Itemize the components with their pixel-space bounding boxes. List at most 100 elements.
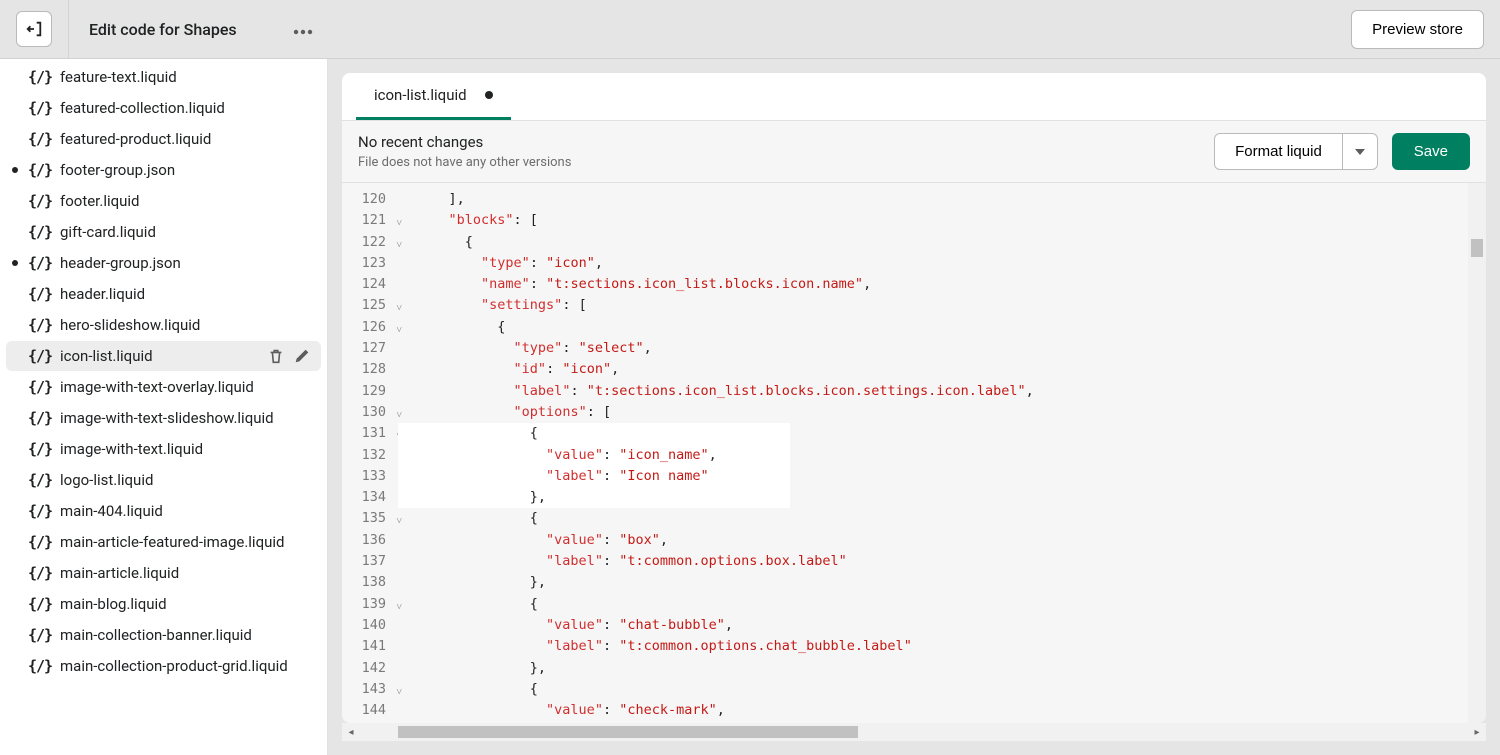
line-number: 132 (342, 445, 392, 466)
line-number: 138 (342, 572, 392, 593)
line-number: 129 (342, 381, 392, 402)
liquid-file-icon: {/} (28, 130, 50, 148)
file-name-label: main-blog.liquid (60, 595, 167, 613)
line-number: 131˅ (342, 423, 392, 444)
liquid-file-icon: {/} (28, 68, 50, 86)
code-line[interactable]: "blocks": [ (398, 210, 1468, 231)
line-number: 122˅ (342, 232, 392, 253)
code-line[interactable]: "label": "t:common.options.chat_bubble.l… (398, 636, 1468, 657)
code-line[interactable]: "type": "icon", (398, 253, 1468, 274)
file-item[interactable]: {/}header-group.json (6, 248, 321, 278)
line-number: 125˅ (342, 295, 392, 316)
save-button[interactable]: Save (1392, 133, 1470, 170)
scrollbar-thumb-horizontal[interactable] (398, 726, 858, 738)
code-content[interactable]: ], "blocks": [ { "type": "icon", "name":… (398, 183, 1468, 723)
code-line[interactable]: "name": "t:sections.icon_list.blocks.ico… (398, 274, 1468, 295)
format-liquid-button[interactable]: Format liquid (1214, 133, 1343, 170)
code-line[interactable]: { (398, 594, 1468, 615)
code-line[interactable]: { (398, 508, 1468, 529)
liquid-file-icon: {/} (28, 657, 50, 675)
scroll-right-arrow-icon[interactable]: ▸ (1468, 723, 1486, 741)
code-line[interactable]: "value": "box", (398, 530, 1468, 551)
file-item[interactable]: {/}footer-group.json (6, 155, 321, 185)
code-line[interactable]: ], (398, 189, 1468, 210)
file-name-label: main-collection-banner.liquid (60, 626, 252, 644)
code-line[interactable]: }, (398, 658, 1468, 679)
code-line[interactable]: "options": [ (398, 402, 1468, 423)
file-name-label: featured-collection.liquid (60, 99, 225, 117)
vertical-scrollbar[interactable] (1468, 183, 1486, 723)
code-line[interactable]: { (398, 679, 1468, 700)
file-name-label: main-article.liquid (60, 564, 179, 582)
file-item[interactable]: {/}main-article-featured-image.liquid (6, 527, 321, 557)
file-item[interactable]: {/} feature-text.liquid (6, 62, 321, 92)
liquid-file-icon: {/} (28, 223, 50, 241)
pencil-icon[interactable] (293, 347, 311, 365)
file-item[interactable]: {/} image-with-text-slideshow.liquid (6, 403, 321, 433)
code-line[interactable]: { (398, 232, 1468, 253)
file-item[interactable]: {/} image-with-text-overlay.liquid (6, 372, 321, 402)
editor-toolbar: No recent changes File does not have any… (342, 121, 1486, 183)
file-name-label: main-404.liquid (60, 502, 163, 520)
liquid-file-icon: {/} (28, 254, 50, 272)
file-item[interactable]: {/}featured-product.liquid (6, 124, 321, 154)
liquid-file-icon: {/} (28, 347, 50, 365)
code-line[interactable]: "label": "t:sections.icon_list.blocks.ic… (398, 381, 1468, 402)
file-name-label: feature-text.liquid (60, 68, 177, 86)
file-item[interactable]: {/} icon-list.liquid (6, 341, 321, 371)
file-item[interactable]: {/}header.liquid (6, 279, 321, 309)
horizontal-scrollbar[interactable]: ◂ ▸ (342, 723, 1486, 741)
code-line[interactable]: }, (398, 572, 1468, 593)
file-name-label: icon-list.liquid (60, 347, 153, 365)
more-menu-button[interactable] (293, 19, 313, 40)
code-line[interactable]: { (398, 317, 1468, 338)
code-line[interactable]: { (398, 423, 1468, 444)
liquid-file-icon: {/} (28, 409, 50, 427)
file-sidebar[interactable]: {/}feature-text.liquid{/}featured-collec… (0, 59, 328, 755)
code-line[interactable]: "id": "icon", (398, 359, 1468, 380)
code-line[interactable]: "value": "check-mark", (398, 700, 1468, 721)
file-item[interactable]: {/}main-collection-banner.liquid (6, 620, 321, 650)
back-button[interactable] (16, 11, 52, 47)
line-number: 136 (342, 530, 392, 551)
file-name-label: footer-group.json (60, 161, 175, 179)
line-number: 143˅ (342, 679, 392, 700)
tab-icon-list[interactable]: icon-list.liquid (356, 73, 511, 120)
preview-store-button[interactable]: Preview store (1351, 10, 1484, 49)
version-info: No recent changes File does not have any… (358, 133, 571, 170)
scroll-left-arrow-icon[interactable]: ◂ (342, 723, 360, 741)
line-number: 133 (342, 466, 392, 487)
file-name-label: header.liquid (60, 285, 145, 303)
code-line[interactable]: "value": "chat-bubble", (398, 615, 1468, 636)
code-line[interactable]: }, (398, 487, 1468, 508)
file-name-label: gift-card.liquid (60, 223, 156, 241)
file-item[interactable]: {/} main-blog.liquid (6, 589, 321, 619)
liquid-file-icon: {/} (28, 471, 50, 489)
code-editor[interactable]: 120121˅122˅123124125˅126˅127128129130˅13… (342, 183, 1486, 723)
code-line[interactable]: "label": "t:common.options.box.label" (398, 551, 1468, 572)
scrollbar-thumb[interactable] (1471, 239, 1483, 257)
version-info-title: No recent changes (358, 133, 571, 151)
file-name-label: image-with-text-slideshow.liquid (60, 409, 274, 427)
trash-icon[interactable] (267, 347, 285, 365)
line-number: 121˅ (342, 210, 392, 231)
liquid-file-icon: {/} (28, 378, 50, 396)
code-line[interactable]: "type": "select", (398, 338, 1468, 359)
liquid-file-icon: {/} (28, 595, 50, 613)
file-item[interactable]: {/} gift-card.liquid (6, 217, 321, 247)
format-dropdown-button[interactable] (1343, 133, 1378, 170)
file-item[interactable]: {/}featured-collection.liquid (6, 93, 321, 123)
code-line[interactable]: "settings": [ (398, 295, 1468, 316)
file-name-label: hero-slideshow.liquid (60, 316, 200, 334)
file-item[interactable]: {/}footer.liquid (6, 186, 321, 216)
file-item[interactable]: {/}image-with-text.liquid (6, 434, 321, 464)
file-item[interactable]: {/}main-collection-product-grid.liquid (6, 651, 321, 681)
file-name-label: image-with-text-overlay.liquid (60, 378, 254, 396)
file-item[interactable]: {/}logo-list.liquid (6, 465, 321, 495)
code-line[interactable]: "label": "Icon name" (398, 466, 1468, 487)
line-number: 140 (342, 615, 392, 636)
code-line[interactable]: "value": "icon_name", (398, 445, 1468, 466)
file-item[interactable]: {/}main-article.liquid (6, 558, 321, 588)
file-item[interactable]: {/}main-404.liquid (6, 496, 321, 526)
file-item[interactable]: {/}hero-slideshow.liquid (6, 310, 321, 340)
